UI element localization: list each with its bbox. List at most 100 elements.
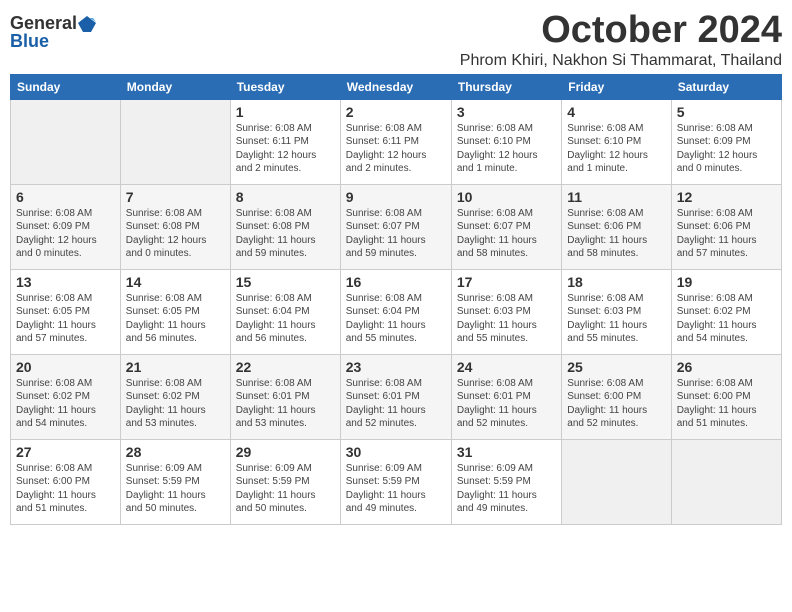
calendar-cell: 7 Sunrise: 6:08 AM Sunset: 6:08 PM Daylig… <box>120 184 230 269</box>
calendar-cell: 26 Sunrise: 6:08 AM Sunset: 6:00 PM Dayli… <box>671 354 781 439</box>
calendar-cell: 14Sunrise: 6:08 AM Sunset: 6:05 PM Dayli… <box>120 269 230 354</box>
day-number: 25 <box>567 359 665 375</box>
day-info: Sunrise: 6:08 AM Sunset: 6:06 PM Dayligh… <box>677 207 776 261</box>
calendar-cell: 30 Sunrise: 6:09 AM Sunset: 5:59 PM Dayli… <box>340 439 451 524</box>
day-info: Sunrise: 6:08 AM Sunset: 6:10 PM Dayligh… <box>567 122 665 176</box>
logo-bird-icon <box>78 14 96 32</box>
day-number: 30 <box>346 444 446 460</box>
calendar-cell: 23Sunrise: 6:08 AM Sunset: 6:01 PM Dayli… <box>340 354 451 439</box>
column-header-monday: Monday <box>120 74 230 99</box>
day-number: 19 <box>677 274 776 290</box>
day-number: 16 <box>346 274 446 290</box>
day-info: Sunrise: 6:09 AM Sunset: 5:59 PM Dayligh… <box>236 462 335 516</box>
calendar-cell: 18 Sunrise: 6:08 AM Sunset: 6:03 PM Dayli… <box>562 269 671 354</box>
calendar-cell: 29Sunrise: 6:09 AM Sunset: 5:59 PM Dayli… <box>230 439 340 524</box>
logo-general-text: General <box>10 14 77 32</box>
calendar-cell: 19 Sunrise: 6:08 AM Sunset: 6:02 PM Dayli… <box>671 269 781 354</box>
calendar-cell: 16 Sunrise: 6:08 AM Sunset: 6:04 PM Dayli… <box>340 269 451 354</box>
calendar-week-row: 6Sunrise: 6:08 AM Sunset: 6:09 PM Daylig… <box>11 184 782 269</box>
subtitle: Phrom Khiri, Nakhon Si Thammarat, Thaila… <box>460 52 782 70</box>
page-header: General Blue October 2024 Phrom Khiri, N… <box>10 10 782 70</box>
title-block: October 2024 Phrom Khiri, Nakhon Si Tham… <box>460 10 782 70</box>
calendar-cell: 11 Sunrise: 6:08 AM Sunset: 6:06 PM Dayli… <box>562 184 671 269</box>
day-info: Sunrise: 6:09 AM Sunset: 5:59 PM Dayligh… <box>457 462 556 516</box>
day-number: 31 <box>457 444 556 460</box>
calendar-cell: 20 Sunrise: 6:08 AM Sunset: 6:02 PM Dayli… <box>11 354 121 439</box>
day-info: Sunrise: 6:08 AM Sunset: 6:11 PM Dayligh… <box>346 122 446 176</box>
day-number: 24 <box>457 359 556 375</box>
day-number: 26 <box>677 359 776 375</box>
column-header-tuesday: Tuesday <box>230 74 340 99</box>
day-number: 18 <box>567 274 665 290</box>
day-number: 11 <box>567 189 665 205</box>
day-info: Sunrise: 6:08 AM Sunset: 6:00 PM Dayligh… <box>567 377 665 431</box>
day-info: Sunrise: 6:08 AM Sunset: 6:07 PM Dayligh… <box>457 207 556 261</box>
day-number: 13 <box>16 274 115 290</box>
calendar-cell <box>671 439 781 524</box>
day-info: Sunrise: 6:08 AM Sunset: 6:01 PM Dayligh… <box>457 377 556 431</box>
calendar-cell <box>562 439 671 524</box>
calendar-cell: 17 Sunrise: 6:08 AM Sunset: 6:03 PM Dayli… <box>451 269 561 354</box>
day-info: Sunrise: 6:08 AM Sunset: 6:02 PM Dayligh… <box>126 377 225 431</box>
day-info: Sunrise: 6:08 AM Sunset: 6:11 PM Dayligh… <box>236 122 335 176</box>
day-number: 7 <box>126 189 225 205</box>
day-number: 15 <box>236 274 335 290</box>
day-info: Sunrise: 6:08 AM Sunset: 6:00 PM Dayligh… <box>16 462 115 516</box>
day-number: 4 <box>567 104 665 120</box>
day-number: 27 <box>16 444 115 460</box>
day-number: 1 <box>236 104 335 120</box>
day-info: Sunrise: 6:08 AM Sunset: 6:08 PM Dayligh… <box>236 207 335 261</box>
calendar-week-row: 27 Sunrise: 6:08 AM Sunset: 6:00 PM Dayli… <box>11 439 782 524</box>
day-info: Sunrise: 6:08 AM Sunset: 6:10 PM Dayligh… <box>457 122 556 176</box>
main-title: October 2024 <box>460 10 782 52</box>
day-info: Sunrise: 6:08 AM Sunset: 6:02 PM Dayligh… <box>677 292 776 346</box>
calendar-cell: 2 Sunrise: 6:08 AM Sunset: 6:11 PM Daylig… <box>340 99 451 184</box>
logo-blue-text: Blue <box>10 32 49 50</box>
calendar-cell: 13 Sunrise: 6:08 AM Sunset: 6:05 PM Dayli… <box>11 269 121 354</box>
day-info: Sunrise: 6:09 AM Sunset: 5:59 PM Dayligh… <box>346 462 446 516</box>
day-info: Sunrise: 6:08 AM Sunset: 6:02 PM Dayligh… <box>16 377 115 431</box>
day-number: 28 <box>126 444 225 460</box>
column-header-friday: Friday <box>562 74 671 99</box>
calendar-cell: 4 Sunrise: 6:08 AM Sunset: 6:10 PM Daylig… <box>562 99 671 184</box>
calendar-week-row: 13 Sunrise: 6:08 AM Sunset: 6:05 PM Dayli… <box>11 269 782 354</box>
day-info: Sunrise: 6:08 AM Sunset: 6:04 PM Dayligh… <box>346 292 446 346</box>
day-info: Sunrise: 6:09 AM Sunset: 5:59 PM Dayligh… <box>126 462 225 516</box>
calendar-cell <box>120 99 230 184</box>
calendar-cell: 6Sunrise: 6:08 AM Sunset: 6:09 PM Daylig… <box>11 184 121 269</box>
column-header-saturday: Saturday <box>671 74 781 99</box>
day-info: Sunrise: 6:08 AM Sunset: 6:03 PM Dayligh… <box>457 292 556 346</box>
day-info: Sunrise: 6:08 AM Sunset: 6:08 PM Dayligh… <box>126 207 225 261</box>
day-number: 12 <box>677 189 776 205</box>
calendar-cell: 8 Sunrise: 6:08 AM Sunset: 6:08 PM Daylig… <box>230 184 340 269</box>
day-number: 17 <box>457 274 556 290</box>
day-number: 20 <box>16 359 115 375</box>
day-info: Sunrise: 6:08 AM Sunset: 6:06 PM Dayligh… <box>567 207 665 261</box>
day-number: 8 <box>236 189 335 205</box>
day-info: Sunrise: 6:08 AM Sunset: 6:00 PM Dayligh… <box>677 377 776 431</box>
logo: General Blue <box>10 10 96 50</box>
day-number: 2 <box>346 104 446 120</box>
calendar-cell: 27 Sunrise: 6:08 AM Sunset: 6:00 PM Dayli… <box>11 439 121 524</box>
calendar-week-row: 20 Sunrise: 6:08 AM Sunset: 6:02 PM Dayli… <box>11 354 782 439</box>
calendar-body: 1 Sunrise: 6:08 AM Sunset: 6:11 PM Daylig… <box>11 99 782 524</box>
day-info: Sunrise: 6:08 AM Sunset: 6:09 PM Dayligh… <box>16 207 115 261</box>
calendar-cell: 9Sunrise: 6:08 AM Sunset: 6:07 PM Daylig… <box>340 184 451 269</box>
calendar-cell: 25 Sunrise: 6:08 AM Sunset: 6:00 PM Dayli… <box>562 354 671 439</box>
column-header-thursday: Thursday <box>451 74 561 99</box>
calendar-cell: 24 Sunrise: 6:08 AM Sunset: 6:01 PM Dayli… <box>451 354 561 439</box>
calendar-cell: 22Sunrise: 6:08 AM Sunset: 6:01 PM Dayli… <box>230 354 340 439</box>
day-info: Sunrise: 6:08 AM Sunset: 6:04 PM Dayligh… <box>236 292 335 346</box>
calendar-cell: 31 Sunrise: 6:09 AM Sunset: 5:59 PM Dayli… <box>451 439 561 524</box>
day-info: Sunrise: 6:08 AM Sunset: 6:05 PM Dayligh… <box>126 292 225 346</box>
calendar-cell: 28 Sunrise: 6:09 AM Sunset: 5:59 PM Dayli… <box>120 439 230 524</box>
day-number: 3 <box>457 104 556 120</box>
calendar-header-row: SundayMondayTuesdayWednesdayThursdayFrid… <box>11 74 782 99</box>
day-info: Sunrise: 6:08 AM Sunset: 6:05 PM Dayligh… <box>16 292 115 346</box>
day-info: Sunrise: 6:08 AM Sunset: 6:03 PM Dayligh… <box>567 292 665 346</box>
column-header-wednesday: Wednesday <box>340 74 451 99</box>
day-number: 9 <box>346 189 446 205</box>
calendar-cell: 21Sunrise: 6:08 AM Sunset: 6:02 PM Dayli… <box>120 354 230 439</box>
calendar-week-row: 1 Sunrise: 6:08 AM Sunset: 6:11 PM Daylig… <box>11 99 782 184</box>
calendar-cell: 5Sunrise: 6:08 AM Sunset: 6:09 PM Daylig… <box>671 99 781 184</box>
